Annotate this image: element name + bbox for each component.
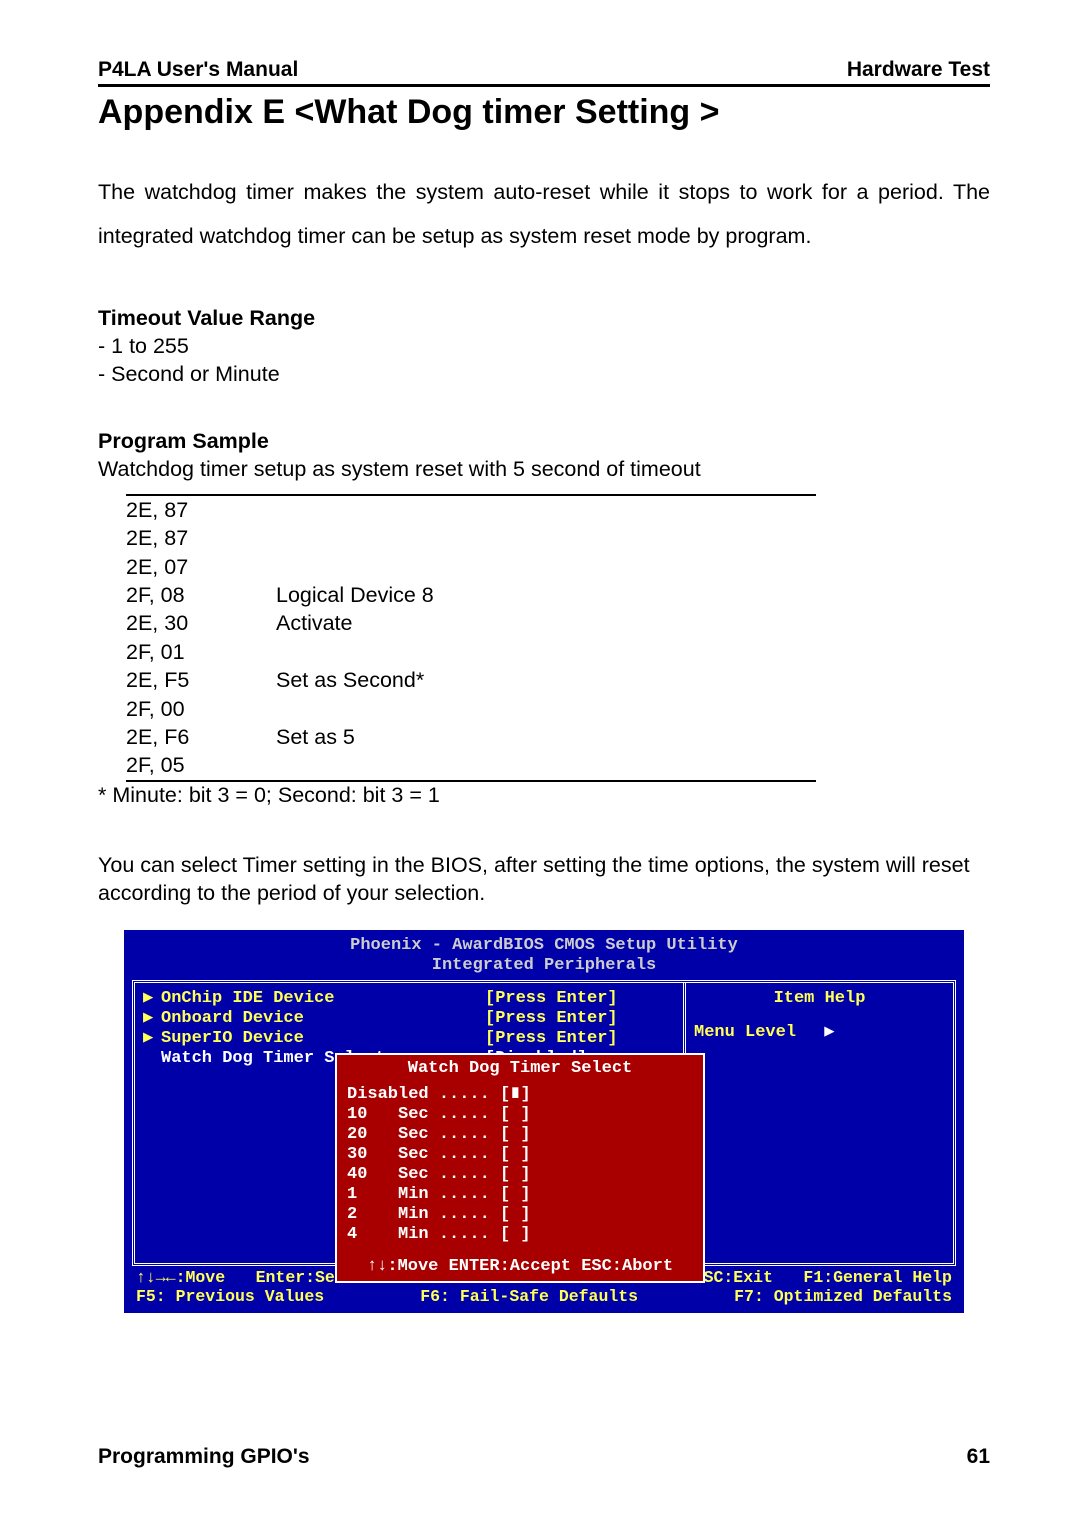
- bios-menu-level-label: Menu Level: [694, 1023, 796, 1042]
- timeout-section: Timeout Value Range - 1 to 255 - Second …: [98, 306, 990, 389]
- code-bytes: 2E, F6: [126, 723, 276, 751]
- code-comment: [276, 751, 816, 779]
- program-heading: Program Sample: [98, 429, 990, 454]
- bios-popup-option[interactable]: 4 Min ..... [ ]: [347, 1225, 693, 1245]
- timeout-line-2: - Second or Minute: [98, 361, 990, 389]
- bios-key-exit: ESC:Exit: [694, 1268, 773, 1287]
- code-bytes: 2E, 87: [126, 524, 276, 552]
- code-comment: [276, 695, 816, 723]
- bios-menu-value: [Press Enter]: [485, 1029, 675, 1049]
- code-bytes: 2E, 07: [126, 553, 276, 581]
- bios-popup-footer: ↑↓:Move ENTER:Accept ESC:Abort: [347, 1257, 693, 1277]
- program-table: 2E, 872E, 872E, 072F, 08Logical Device 8…: [126, 494, 816, 782]
- bios-popup-option[interactable]: 40 Sec ..... [ ]: [347, 1165, 693, 1185]
- bios-key-fail: F6: Fail-Safe Defaults: [420, 1287, 638, 1306]
- appendix-title: Appendix E <What Dog timer Setting >: [98, 93, 990, 132]
- bios-menu-value: [Press Enter]: [485, 989, 675, 1009]
- bios-title-1: Phoenix - AwardBIOS CMOS Setup Utility: [132, 936, 956, 956]
- bios-item-help: Item Help: [694, 989, 945, 1009]
- header-left: P4LA User's Manual: [98, 58, 298, 82]
- bios-screenshot: Phoenix - AwardBIOS CMOS Setup Utility I…: [124, 930, 964, 1313]
- bios-key-opt: F7: Optimized Defaults: [734, 1287, 952, 1306]
- bios-menu-panel: ▶OnChip IDE Device[Press Enter]▶Onboard …: [135, 983, 683, 1263]
- table-row: 2F, 05: [126, 751, 816, 779]
- code-comment: Set as Second*: [276, 666, 816, 694]
- table-row: 2E, 30Activate: [126, 609, 816, 637]
- code-bytes: 2E, 30: [126, 609, 276, 637]
- bios-popup-option[interactable]: 20 Sec ..... [ ]: [347, 1125, 693, 1145]
- page-footer: Programming GPIO's 61: [98, 1445, 990, 1469]
- code-bytes: 2E, F5: [126, 666, 276, 694]
- table-row: 2E, 07: [126, 553, 816, 581]
- bios-popup-title: Watch Dog Timer Select: [347, 1059, 693, 1079]
- bios-popup[interactable]: Watch Dog Timer Select Disabled ..... [∎…: [335, 1053, 705, 1283]
- header-right: Hardware Test: [847, 58, 990, 82]
- code-bytes: 2F, 05: [126, 751, 276, 779]
- bios-menu-item[interactable]: ▶SuperIO Device[Press Enter]: [143, 1029, 675, 1049]
- bios-menu-label: SuperIO Device: [161, 1029, 485, 1049]
- triangle-right-icon: ▶: [143, 1029, 161, 1049]
- program-footnote: * Minute: bit 3 = 0; Second: bit 3 = 1: [98, 783, 990, 808]
- bios-menu-item[interactable]: ▶OnChip IDE Device[Press Enter]: [143, 989, 675, 1009]
- code-bytes: 2F, 01: [126, 638, 276, 666]
- code-comment: Activate: [276, 609, 816, 637]
- triangle-right-icon: ▶: [143, 1009, 161, 1029]
- table-row: 2F, 01: [126, 638, 816, 666]
- page-header: P4LA User's Manual Hardware Test: [98, 58, 990, 87]
- code-comment: [276, 524, 816, 552]
- intro-paragraph: The watchdog timer makes the system auto…: [98, 170, 990, 258]
- bios-popup-option[interactable]: 1 Min ..... [ ]: [347, 1185, 693, 1205]
- triangle-right-icon: [143, 1049, 161, 1069]
- triangle-right-icon: ▶: [143, 989, 161, 1009]
- code-comment: [276, 553, 816, 581]
- bios-popup-option[interactable]: 10 Sec ..... [ ]: [347, 1105, 693, 1125]
- bios-key-help: F1:General Help: [803, 1268, 952, 1287]
- code-bytes: 2F, 00: [126, 695, 276, 723]
- code-bytes: 2F, 08: [126, 581, 276, 609]
- footer-left: Programming GPIO's: [98, 1445, 310, 1469]
- bios-menu-item[interactable]: ▶Onboard Device[Press Enter]: [143, 1009, 675, 1029]
- table-row: 2E, 87: [126, 524, 816, 552]
- timeout-line-1: - 1 to 255: [98, 333, 990, 361]
- bios-key-prev: F5: Previous Values: [136, 1287, 324, 1306]
- bios-menu-value: [Press Enter]: [485, 1009, 675, 1029]
- table-row: 2E, F6Set as 5: [126, 723, 816, 751]
- bios-menu-label: Onboard Device: [161, 1009, 485, 1029]
- table-row: 2E, 87: [126, 496, 816, 524]
- table-row: 2F, 00: [126, 695, 816, 723]
- triangle-right-icon: ▶: [824, 1023, 834, 1043]
- code-comment: Set as 5: [276, 723, 816, 751]
- bios-popup-option[interactable]: 30 Sec ..... [ ]: [347, 1145, 693, 1165]
- code-comment: [276, 638, 816, 666]
- bios-help-panel: Item Help Menu Level ▶: [683, 983, 953, 1263]
- code-comment: Logical Device 8: [276, 581, 816, 609]
- bios-popup-option[interactable]: Disabled ..... [∎]: [347, 1085, 693, 1105]
- bios-menu-label: OnChip IDE Device: [161, 989, 485, 1009]
- bios-title-2: Integrated Peripherals: [132, 956, 956, 976]
- program-desc: Watchdog timer setup as system reset wit…: [98, 456, 990, 484]
- footer-right: 61: [967, 1445, 990, 1469]
- code-comment: [276, 496, 816, 524]
- code-bytes: 2E, 87: [126, 496, 276, 524]
- table-row: 2E, F5Set as Second*: [126, 666, 816, 694]
- after-table-paragraph: You can select Timer setting in the BIOS…: [98, 852, 990, 908]
- program-section: Program Sample Watchdog timer setup as s…: [98, 429, 990, 808]
- table-row: 2F, 08Logical Device 8: [126, 581, 816, 609]
- timeout-heading: Timeout Value Range: [98, 306, 990, 331]
- bios-menu-level: Menu Level ▶: [694, 1009, 945, 1043]
- bios-key-move: ↑↓→←:Move: [136, 1268, 225, 1287]
- bios-popup-option[interactable]: 2 Min ..... [ ]: [347, 1205, 693, 1225]
